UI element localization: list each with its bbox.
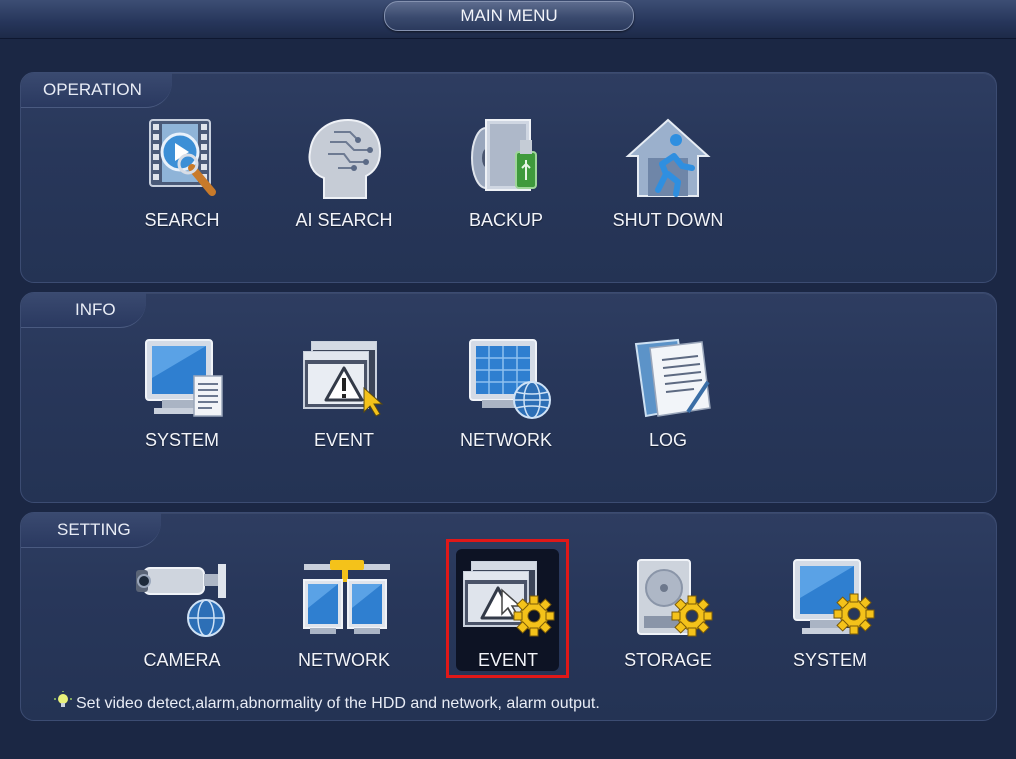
setting-storage-label: STORAGE xyxy=(624,650,712,670)
hint-text: Set video detect,alarm,abnormality of th… xyxy=(76,695,600,713)
setting-system-tile[interactable]: SYSTEM xyxy=(768,558,892,708)
operation-ai-search-tile[interactable]: AI SEARCH xyxy=(282,118,406,268)
setting-system-label: SYSTEM xyxy=(792,650,867,670)
setting-network-label: NETWORK xyxy=(298,650,390,670)
operation-search-label: SEARCH xyxy=(144,210,220,230)
operation-backup-tile[interactable]: BACKUP xyxy=(444,118,568,268)
setting-network-tile[interactable]: NETWORK xyxy=(282,558,406,708)
operation-search-tile[interactable]: SEARCH xyxy=(120,118,244,268)
hdd-gear-icon xyxy=(637,559,713,637)
operation-section-title: OPERATION xyxy=(21,73,172,108)
info-event-label: EVENT xyxy=(313,430,374,450)
video-search-icon xyxy=(149,119,216,196)
shutdown-house-icon xyxy=(625,118,711,197)
info-section-title: INFO xyxy=(21,293,146,328)
info-network-label: NETWORK xyxy=(460,430,552,450)
backup-usb-icon xyxy=(471,119,537,191)
setting-section-title: SETTING xyxy=(21,513,161,548)
monitor-gear-icon xyxy=(793,559,875,635)
warning-window-icon xyxy=(303,341,384,417)
info-network-tile[interactable]: NETWORK xyxy=(444,338,568,488)
info-system-tile[interactable]: SYSTEM xyxy=(120,338,244,488)
info-event-tile[interactable]: EVENT xyxy=(282,338,406,488)
monitor-document-icon xyxy=(145,339,223,417)
selection-highlight xyxy=(446,539,569,678)
title-bar: MAIN MENU xyxy=(0,0,1016,39)
operation-shutdown-tile[interactable]: SHUT DOWN xyxy=(606,118,730,268)
lightbulb-icon xyxy=(54,691,72,717)
hint-bar: Set video detect,alarm,abnormality of th… xyxy=(54,691,600,715)
operation-shutdown-label: SHUT DOWN xyxy=(612,210,724,230)
ai-head-icon xyxy=(308,118,382,199)
operation-backup-label: BACKUP xyxy=(468,210,544,230)
window-title: MAIN MENU xyxy=(384,1,634,31)
operation-ai-search-label: AI SEARCH xyxy=(295,210,393,230)
info-system-label: SYSTEM xyxy=(144,430,219,450)
setting-camera-label: CAMERA xyxy=(143,650,221,670)
info-log-tile[interactable]: LOG xyxy=(606,338,730,488)
log-notebook-icon xyxy=(634,338,711,418)
monitor-globe-icon xyxy=(469,339,551,419)
info-log-label: LOG xyxy=(648,430,687,450)
setting-storage-tile[interactable]: STORAGE xyxy=(606,558,730,708)
network-panels-icon xyxy=(303,560,390,634)
camera-globe-icon xyxy=(136,564,226,637)
setting-camera-tile[interactable]: CAMERA xyxy=(120,558,244,708)
